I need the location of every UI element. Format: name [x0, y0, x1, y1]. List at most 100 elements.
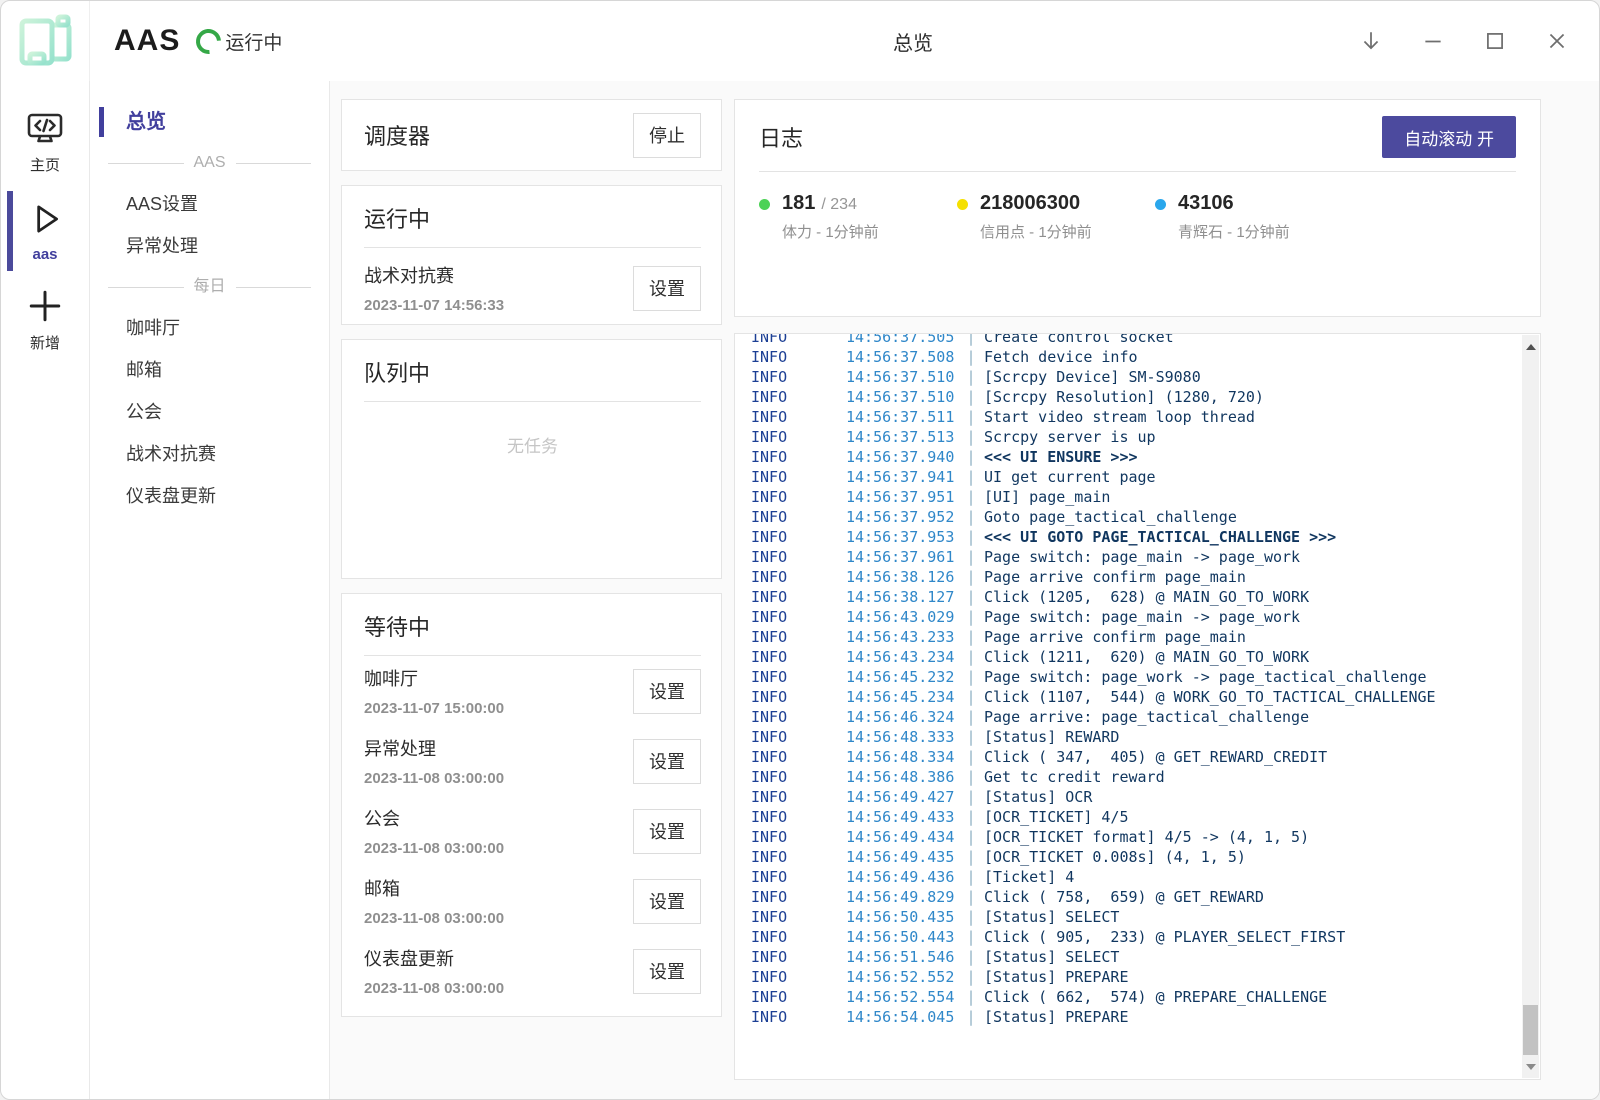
- settings-button[interactable]: 设置: [633, 949, 701, 994]
- log-line: INFO14:56:37.952|Goto page_tactical_chal…: [751, 507, 1516, 527]
- log-message: Page switch: page_main -> page_work: [984, 547, 1300, 567]
- log-level: INFO: [751, 867, 846, 887]
- log-separator: |: [958, 1007, 984, 1027]
- sidebar-item: AAS: [90, 143, 329, 183]
- log-level: INFO: [751, 847, 846, 867]
- close-button[interactable]: [1545, 29, 1569, 53]
- log-lines: INFO14:56:37.505|Create control socket I…: [751, 334, 1516, 1027]
- log-message: Click ( 758, 659) @ GET_REWARD: [984, 887, 1264, 907]
- log-message: Page arrive confirm page_main: [984, 627, 1246, 647]
- settings-button[interactable]: 设置: [633, 669, 701, 714]
- log-line: INFO14:56:37.508|Fetch device info: [751, 347, 1516, 367]
- scroll-down-button[interactable]: [1522, 1058, 1539, 1075]
- log-message: [Scrcpy Resolution] (1280, 720): [984, 387, 1264, 407]
- sidebar-item[interactable]: 战术对抗赛: [90, 433, 329, 475]
- waiting-task-time: 2023-11-08 03:00:00: [364, 770, 504, 787]
- sidebar-item[interactable]: 公会: [90, 391, 329, 433]
- log-level: INFO: [751, 907, 846, 927]
- autoscroll-toggle-button[interactable]: 自动滚动 开: [1382, 116, 1516, 158]
- log-message: <<< UI ENSURE >>>: [984, 447, 1138, 467]
- download-arrow-button[interactable]: [1359, 29, 1383, 53]
- scroll-up-button[interactable]: [1522, 338, 1539, 355]
- rail-item-new[interactable]: 新增: [1, 275, 89, 365]
- log-timestamp: 14:56:37.952: [846, 507, 958, 527]
- sidebar-item[interactable]: 邮箱: [90, 349, 329, 391]
- log-timestamp: 14:56:46.324: [846, 707, 958, 727]
- log-timestamp: 14:56:52.552: [846, 967, 958, 987]
- sidebar-item-label: 每日: [194, 276, 226, 298]
- waiting-task-list: 咖啡厅 2023-11-07 15:00:00 设置 异常处理 2023-11-…: [364, 656, 701, 1006]
- log-message: Click (1107, 544) @ WORK_GO_TO_TACTICAL_…: [984, 687, 1436, 707]
- log-level: INFO: [751, 767, 846, 787]
- log-separator: |: [958, 527, 984, 547]
- log-level: INFO: [751, 407, 846, 427]
- log-separator: |: [958, 927, 984, 947]
- triangle-down-icon: [1526, 1064, 1536, 1070]
- log-level: INFO: [751, 467, 846, 487]
- stop-button[interactable]: 停止: [633, 113, 701, 158]
- log-level: INFO: [751, 647, 846, 667]
- running-task-row: 战术对抗赛 2023-11-07 14:56:33 设置: [364, 248, 701, 314]
- log-timestamp: 14:56:48.386: [846, 767, 958, 787]
- scheduler-card: 调度器 停止: [341, 99, 722, 171]
- rail-item-home[interactable]: 主页: [1, 99, 89, 187]
- settings-button[interactable]: 设置: [633, 739, 701, 784]
- sidebar-item[interactable]: 咖啡厅: [90, 307, 329, 349]
- log-message: Page arrive confirm page_main: [984, 567, 1246, 587]
- minimize-button[interactable]: [1421, 29, 1445, 53]
- log-scrollbar[interactable]: [1522, 335, 1539, 1078]
- minimize-icon: [1421, 29, 1445, 53]
- settings-button[interactable]: 设置: [633, 879, 701, 924]
- log-line: INFO14:56:52.554|Click ( 662, 574) @ PRE…: [751, 987, 1516, 1007]
- log-level: INFO: [751, 947, 846, 967]
- scheduler-title: 调度器: [364, 119, 430, 151]
- log-separator: |: [958, 347, 984, 367]
- log-line: INFO14:56:49.436|[Ticket] 4: [751, 867, 1516, 887]
- maximize-button[interactable]: [1483, 29, 1507, 53]
- log-header-card: 日志 自动滚动 开 181 / 234: [734, 99, 1541, 317]
- stat-dot-icon: [759, 199, 770, 210]
- log-line: INFO14:56:50.435|[Status] SELECT: [751, 907, 1516, 927]
- log-timestamp: 14:56:50.435: [846, 907, 958, 927]
- triangle-up-icon: [1526, 344, 1536, 350]
- log-line: INFO14:56:49.427|[Status] OCR: [751, 787, 1516, 807]
- stat-item: 181 / 234 体力 - 1分钟前: [759, 192, 957, 242]
- log-level: INFO: [751, 1007, 846, 1027]
- log-separator: |: [958, 967, 984, 987]
- log-timestamp: 14:56:38.127: [846, 587, 958, 607]
- sidebar-item[interactable]: 仪表盘更新: [90, 475, 329, 517]
- main-content: 调度器 停止 运行中 战术对抗赛 2023-11-07 14:56:33 设置: [330, 81, 1599, 1099]
- rail-item-aas[interactable]: aas: [1, 187, 89, 275]
- log-viewer[interactable]: INFO14:56:37.505|Create control socket I…: [734, 333, 1541, 1080]
- log-separator: |: [958, 827, 984, 847]
- log-message: Scrcpy server is up: [984, 427, 1156, 447]
- log-separator: |: [958, 767, 984, 787]
- sidebar-item[interactable]: 总览: [90, 101, 329, 143]
- settings-button[interactable]: 设置: [633, 809, 701, 854]
- log-level: INFO: [751, 967, 846, 987]
- waiting-task-time: 2023-11-08 03:00:00: [364, 840, 504, 857]
- log-level: INFO: [751, 507, 846, 527]
- rail-item-label: aas: [32, 246, 57, 263]
- log-timestamp: 14:56:49.433: [846, 807, 958, 827]
- waiting-task-name: 咖啡厅: [364, 665, 504, 691]
- running-task-time: 2023-11-07 14:56:33: [364, 297, 504, 314]
- log-timestamp: 14:56:43.234: [846, 647, 958, 667]
- sidebar-item-label: AAS设置: [126, 194, 198, 214]
- log-message: Click ( 662, 574) @ PREPARE_CHALLENGE: [984, 987, 1327, 1007]
- log-line: INFO14:56:52.552|[Status] PREPARE: [751, 967, 1516, 987]
- log-level: INFO: [751, 547, 846, 567]
- settings-button[interactable]: 设置: [633, 266, 701, 311]
- log-timestamp: 14:56:49.434: [846, 827, 958, 847]
- log-message: [Status] PREPARE: [984, 967, 1129, 987]
- log-message: Page switch: page_main -> page_work: [984, 607, 1300, 627]
- scrollbar-thumb[interactable]: [1523, 1005, 1538, 1055]
- waiting-task-time: 2023-11-07 15:00:00: [364, 700, 504, 717]
- sidebar-item[interactable]: 异常处理: [90, 225, 329, 267]
- log-line: INFO14:56:37.961|Page switch: page_main …: [751, 547, 1516, 567]
- maximize-icon: [1483, 29, 1507, 53]
- queue-empty-text: 无任务: [364, 432, 701, 457]
- log-timestamp: 14:56:37.961: [846, 547, 958, 567]
- stat-value: 181: [782, 192, 815, 215]
- sidebar-item[interactable]: AAS设置: [90, 183, 329, 225]
